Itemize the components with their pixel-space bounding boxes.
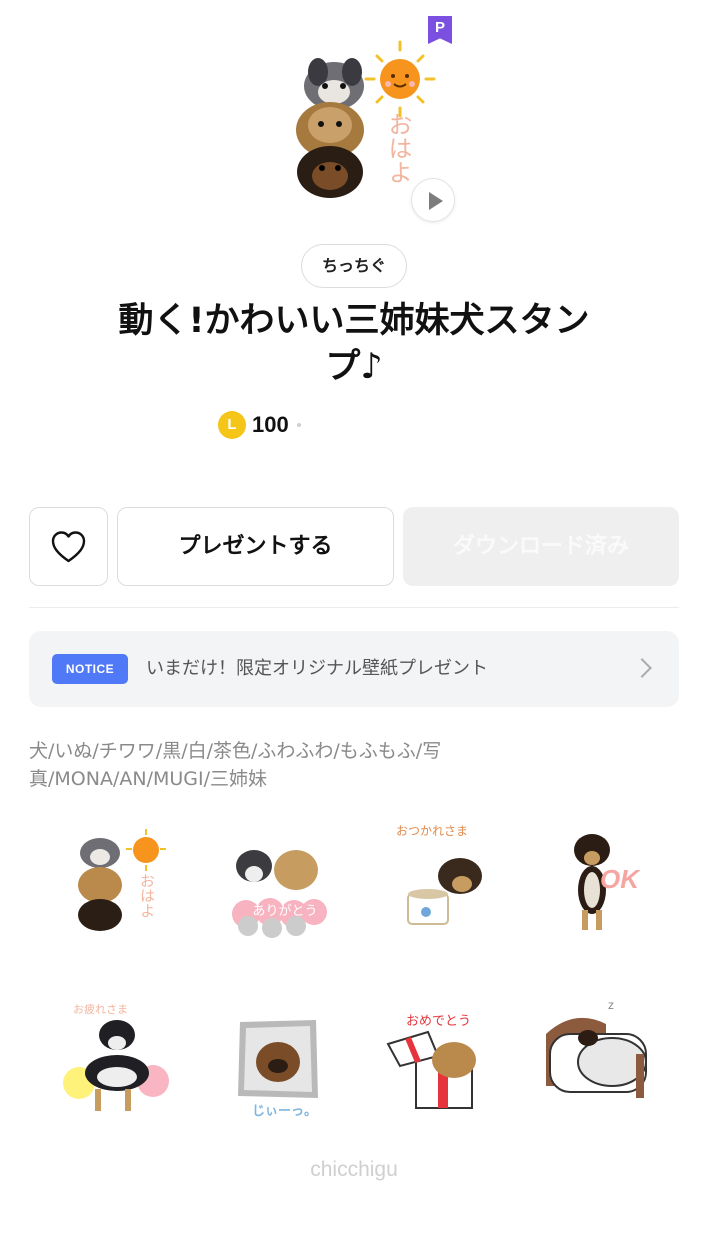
present-button[interactable]: プレゼントする — [117, 507, 394, 586]
title-line-1: 動く!かわいい三姉妹犬スタン — [118, 301, 590, 341]
hero-sticker-image — [296, 40, 436, 198]
sticker-3[interactable]: おつかれさま — [390, 818, 520, 948]
price-separator-dot — [296, 423, 301, 427]
hero-sticker-preview[interactable]: P おはよ — [0, 0, 708, 240]
divider — [29, 607, 679, 608]
hero-caption: おはよ — [384, 112, 412, 184]
sticker-image — [546, 1017, 647, 1098]
page-title: 動く!かわいい三姉妹犬スタン プ♪ — [70, 298, 638, 390]
sticker-caption: OK — [600, 864, 639, 894]
sticker-image — [232, 850, 327, 938]
sticker-6[interactable]: じぃーっ。 — [222, 1000, 352, 1130]
tags-line-1: 犬/いぬ/チワワ/黒/白/茶色/ふわふわ/もふもふ/写 — [29, 740, 442, 762]
notice-banner[interactable]: NOTICE いまだけ！限定オリジナル壁紙プレゼント — [29, 631, 679, 707]
watermark: chicchigu — [310, 1158, 398, 1181]
sticker-caption: じぃーっ。 — [252, 1104, 318, 1119]
chevron-right-icon — [632, 658, 652, 678]
sticker-caption: おめでとう — [406, 1014, 472, 1029]
tags-line-2: 真/MONA/AN/MUGI/三姉妹 — [29, 768, 268, 790]
sticker-caption: おつかれさま — [396, 824, 469, 838]
notice-badge: NOTICE — [52, 654, 128, 684]
price-row: L 100 — [218, 410, 301, 440]
sticker-caption: ありがとう — [252, 904, 318, 919]
sticker-1[interactable]: おはよ — [50, 815, 180, 945]
sticker-8[interactable]: z — [540, 998, 670, 1128]
sticker-2[interactable]: ありがとう — [218, 826, 348, 956]
price-value: 100 — [252, 412, 289, 437]
sticker-7[interactable]: おめでとう — [378, 1004, 508, 1134]
sticker-caption: お疲れさま — [73, 1003, 128, 1016]
download-button-disabled[interactable]: ダウンロード済み — [403, 507, 679, 586]
heart-icon — [51, 531, 86, 563]
favorite-button[interactable] — [29, 507, 108, 586]
author-link[interactable]: ちっちぐ — [301, 244, 407, 288]
sticker-image — [78, 829, 166, 931]
title-line-2: プ♪ — [325, 347, 383, 387]
sticker-5[interactable]: お疲れさま — [55, 995, 185, 1125]
sticker-4[interactable]: OK — [548, 820, 678, 950]
notice-text: いまだけ！限定オリジナル壁紙プレゼント — [146, 658, 488, 679]
tag-list: 犬/いぬ/チワワ/黒/白/茶色/ふわふわ/もふもふ/写 真/MONA/AN/MU… — [29, 737, 679, 793]
line-coin-icon: L — [218, 411, 246, 439]
sticker-caption: おはよ — [138, 873, 156, 918]
play-icon[interactable] — [411, 178, 455, 222]
sticker-caption: z — [608, 998, 614, 1012]
